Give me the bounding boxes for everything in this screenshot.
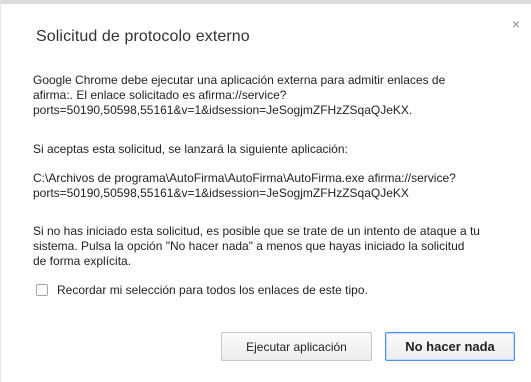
dialog-top-border: [0, 0, 531, 4]
accept-info-paragraph: Si aceptas esta solicitud, se lanzará la…: [33, 142, 348, 156]
remember-selection-row[interactable]: Recordar mi selección para todos los enl…: [36, 283, 368, 297]
do-nothing-button[interactable]: No hacer nada: [385, 332, 515, 361]
external-protocol-dialog: Solicitud de protocolo externo × Google …: [0, 0, 531, 382]
warning-paragraph: Si no has iniciado esta solicitud, es po…: [33, 224, 480, 268]
dialog-title: Solicitud de protocolo externo: [36, 28, 250, 45]
run-application-button[interactable]: Ejecutar aplicación: [221, 332, 372, 361]
close-icon[interactable]: ×: [509, 17, 523, 31]
application-command-paragraph: C:\Archivos de programa\AutoFirma\AutoFi…: [33, 171, 456, 200]
description-paragraph: Google Chrome debe ejecutar una aplicaci…: [33, 73, 446, 117]
remember-selection-checkbox[interactable]: [36, 284, 48, 296]
dialog-left-border: [0, 0, 1, 382]
remember-selection-label[interactable]: Recordar mi selección para todos los enl…: [57, 283, 368, 297]
